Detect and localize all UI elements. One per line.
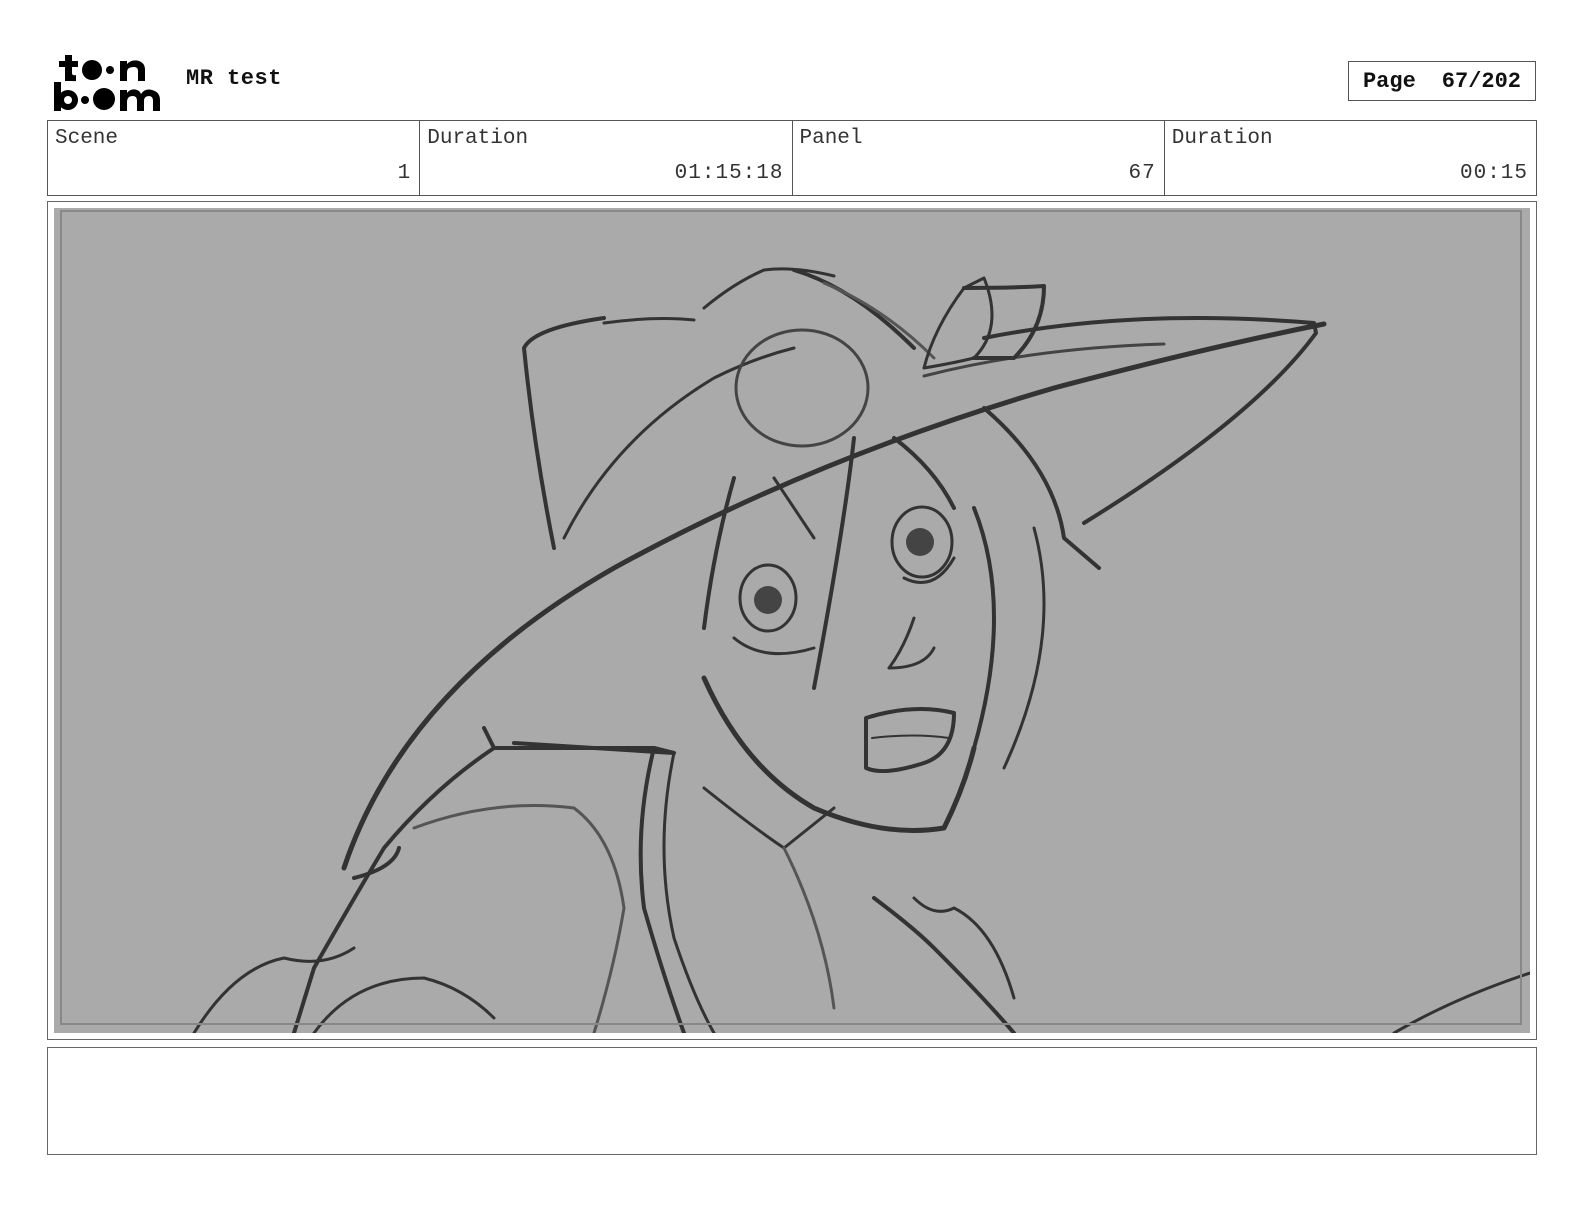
scene-duration-label: Duration: [427, 127, 529, 150]
scene-cell: Scene 1: [48, 121, 421, 195]
scene-label: Scene: [55, 127, 119, 150]
panel-cell: Panel 67: [793, 121, 1165, 195]
panel-frame: [47, 201, 1537, 1040]
character-sketch: [192, 267, 1530, 1033]
panel-duration-label: Duration: [1171, 127, 1273, 150]
scene-duration-cell: Duration 01:15:18: [420, 121, 793, 195]
project-title: MR test: [186, 66, 282, 91]
panel-sketch-image: [54, 208, 1530, 1033]
panel-duration-cell: Duration 00:15: [1165, 121, 1536, 195]
panel-notes-box[interactable]: [47, 1047, 1537, 1155]
panel-duration-value: 00:15: [1459, 162, 1528, 185]
page-indicator: Page 67/202: [1348, 61, 1536, 101]
scene-duration-value: 01:15:18: [674, 162, 784, 185]
panel-info-table: Scene 1 Duration 01:15:18 Panel 67 Durat…: [47, 120, 1537, 196]
page-label: Page: [1362, 68, 1416, 94]
toonboom-logo: [54, 55, 160, 111]
page-number: 67/202: [1441, 68, 1522, 94]
panel-label: Panel: [799, 127, 863, 150]
panel-value: 67: [1128, 162, 1156, 185]
scene-value: 1: [397, 162, 412, 185]
